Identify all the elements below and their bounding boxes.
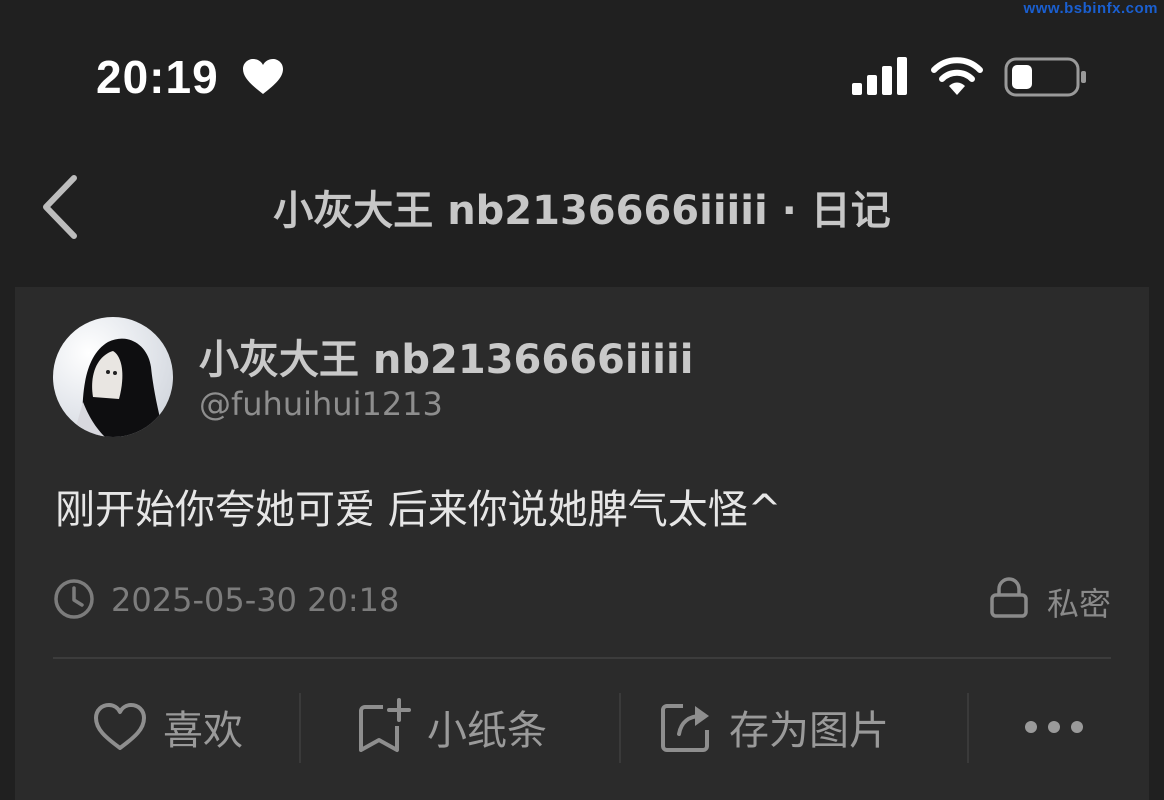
post-meta: 2025-05-30 20:18 私密 [53,575,1111,623]
divider [53,657,1111,659]
diary-post-card: 小灰大王 nb2136666iiiii @fuhuihui1213 刚开始你夸她… [15,287,1149,800]
avatar-image [73,338,165,437]
clock-icon [54,579,94,619]
post-content: 刚开始你夸她可爱 后来你说她脾气太怪^ [55,487,782,533]
author-name[interactable]: 小灰大王 nb2136666iiiii [199,327,693,385]
nav-bar: 小灰大王 nb2136666iiiii · 日记 [0,150,1164,270]
action-separator [619,693,621,763]
save-image-button[interactable]: 存为图片 [657,687,889,767]
lock-icon [990,577,1028,618]
note-button[interactable]: 小纸条 [355,687,547,767]
like-button[interactable]: 喜欢 [91,687,243,767]
app-screen: www.bsbinfx.com 20:19 小灰大王 nb2136666iiii… [0,0,1164,800]
status-bar: 20:19 [0,40,1164,120]
heart-icon [243,59,283,94]
action-separator [967,693,969,763]
chevron-left-icon[interactable] [36,172,86,242]
like-label: 喜欢 [163,708,243,754]
status-time: 20:19 [96,51,219,103]
privacy-label: 私密 [1046,585,1111,623]
signal-icon [852,57,907,95]
action-bar: 喜欢 小纸条 存为图片 [15,677,1149,777]
action-separator [299,693,301,763]
avatar[interactable] [53,317,173,437]
bookmark-add-icon [359,698,411,752]
more-icon[interactable] [1019,705,1089,749]
share-image-icon [661,704,709,752]
author-handle: @fuhuihui1213 [199,385,443,423]
page-title: 小灰大王 nb2136666iiiii · 日记 [273,188,891,234]
battery-icon [1004,57,1086,97]
post-timestamp: 2025-05-30 20:18 [111,581,400,619]
watermark: www.bsbinfx.com [1023,0,1158,17]
wifi-icon [931,57,983,95]
note-label: 小纸条 [427,708,547,754]
save-image-label: 存为图片 [729,708,889,754]
heart-outline-icon [94,703,146,750]
